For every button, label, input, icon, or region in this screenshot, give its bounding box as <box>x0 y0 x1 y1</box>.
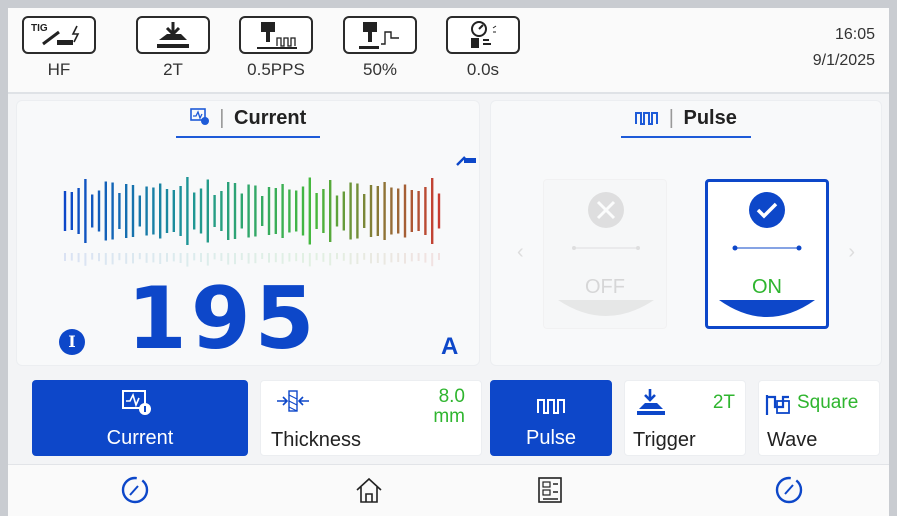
thickness-unit: mm <box>433 406 465 427</box>
arc-waveform <box>63 177 441 267</box>
wave-tile-label: Wave <box>767 429 818 451</box>
thickness-number: 8.0 <box>438 386 465 407</box>
pulse-tile-label: Pulse <box>525 427 577 449</box>
tig-hf-icon: TIG <box>22 16 96 54</box>
tig-tag: TIG <box>31 23 48 34</box>
wave-tile[interactable]: Square Wave <box>758 380 880 456</box>
dial-right-icon[interactable] <box>774 475 804 505</box>
pulse-panel-title: | Pulse <box>491 107 881 138</box>
status-bar: TIG HF 2T 0.5PPS 50% 0.0s 16:05 9/1/2025 <box>8 8 889 94</box>
pulse-frequency-button[interactable]: 0.5PPS <box>239 16 313 88</box>
pulse-frequency-icon <box>239 16 313 54</box>
pulse-wave-icon <box>537 399 565 414</box>
trigger-tile[interactable]: 2T Trigger <box>624 380 746 456</box>
gas-timer-icon <box>446 16 520 54</box>
current-panel-title: | Current <box>17 107 479 138</box>
current-badge-icon: I <box>59 329 85 355</box>
current-tile-label: Current <box>106 427 174 449</box>
pulse-tile[interactable]: Pulse <box>490 380 612 456</box>
wave-value: Square <box>797 392 859 413</box>
current-value[interactable]: 195 <box>127 269 319 369</box>
trigger-value: 2T <box>712 392 735 413</box>
pulse-off-label: OFF <box>585 276 625 298</box>
pulse-duty-label: 50% <box>362 60 398 79</box>
dial-left-icon[interactable] <box>120 475 150 505</box>
clock-date: 9/1/2025 <box>812 52 875 69</box>
pulse-on-label: ON <box>752 276 782 298</box>
prev-option-icon[interactable]: ‹ <box>517 241 524 264</box>
trigger-tile-label: Trigger <box>633 429 696 451</box>
current-monitor-icon <box>122 390 151 415</box>
off-base-icon <box>558 300 654 316</box>
pulse-off-option[interactable]: OFF <box>543 179 667 329</box>
off-x-icon <box>572 192 640 250</box>
next-option-icon[interactable]: › <box>848 241 855 264</box>
bottom-nav <box>8 464 889 516</box>
trigger-icon <box>637 389 665 415</box>
trigger-mode-label: 2T <box>163 60 183 79</box>
thickness-tile-label: Thickness <box>271 429 362 451</box>
trigger-2t-icon <box>136 16 210 54</box>
trigger-mode-button[interactable]: 2T <box>136 16 210 88</box>
gas-timer-button[interactable]: 0.0s <box>446 16 520 88</box>
pulse-duty-button[interactable]: 50% <box>343 16 417 88</box>
clock: 16:05 9/1/2025 <box>813 22 875 74</box>
menu-grid-icon[interactable] <box>536 475 564 505</box>
welder-screen: TIG HF 2T 0.5PPS 50% 0.0s 16:05 9/1/2025… <box>8 8 889 516</box>
thickness-icon <box>277 390 309 412</box>
square-wave-icon <box>765 395 790 415</box>
pulse-frequency-label: 0.5PPS <box>247 60 305 79</box>
on-base-icon <box>719 300 815 317</box>
current-tile[interactable]: Current <box>32 380 248 456</box>
thickness-tile[interactable]: Thickness 8.0 mm <box>260 380 482 456</box>
on-check-icon <box>732 192 802 251</box>
clock-time: 16:05 <box>834 26 875 43</box>
pulse-panel: | Pulse ‹ › OFF ON <box>490 100 882 366</box>
current-title-text: Current <box>234 107 307 129</box>
arc-start-label: HF <box>47 60 71 79</box>
torch-icon <box>456 156 476 166</box>
pulse-wave-icon <box>635 112 659 125</box>
pulse-duty-icon <box>343 16 417 54</box>
arc-start-button[interactable]: TIG HF <box>22 16 96 88</box>
pulse-title-text: Pulse <box>683 107 737 129</box>
current-unit: A <box>441 333 459 360</box>
current-monitor-icon <box>189 108 209 125</box>
current-panel: | Current I 195 A <box>16 100 480 369</box>
home-icon[interactable] <box>354 475 384 505</box>
thickness-value: 8.0 mm <box>433 387 465 427</box>
pulse-on-option[interactable]: ON <box>705 179 829 329</box>
gas-timer-label: 0.0s <box>466 60 500 79</box>
